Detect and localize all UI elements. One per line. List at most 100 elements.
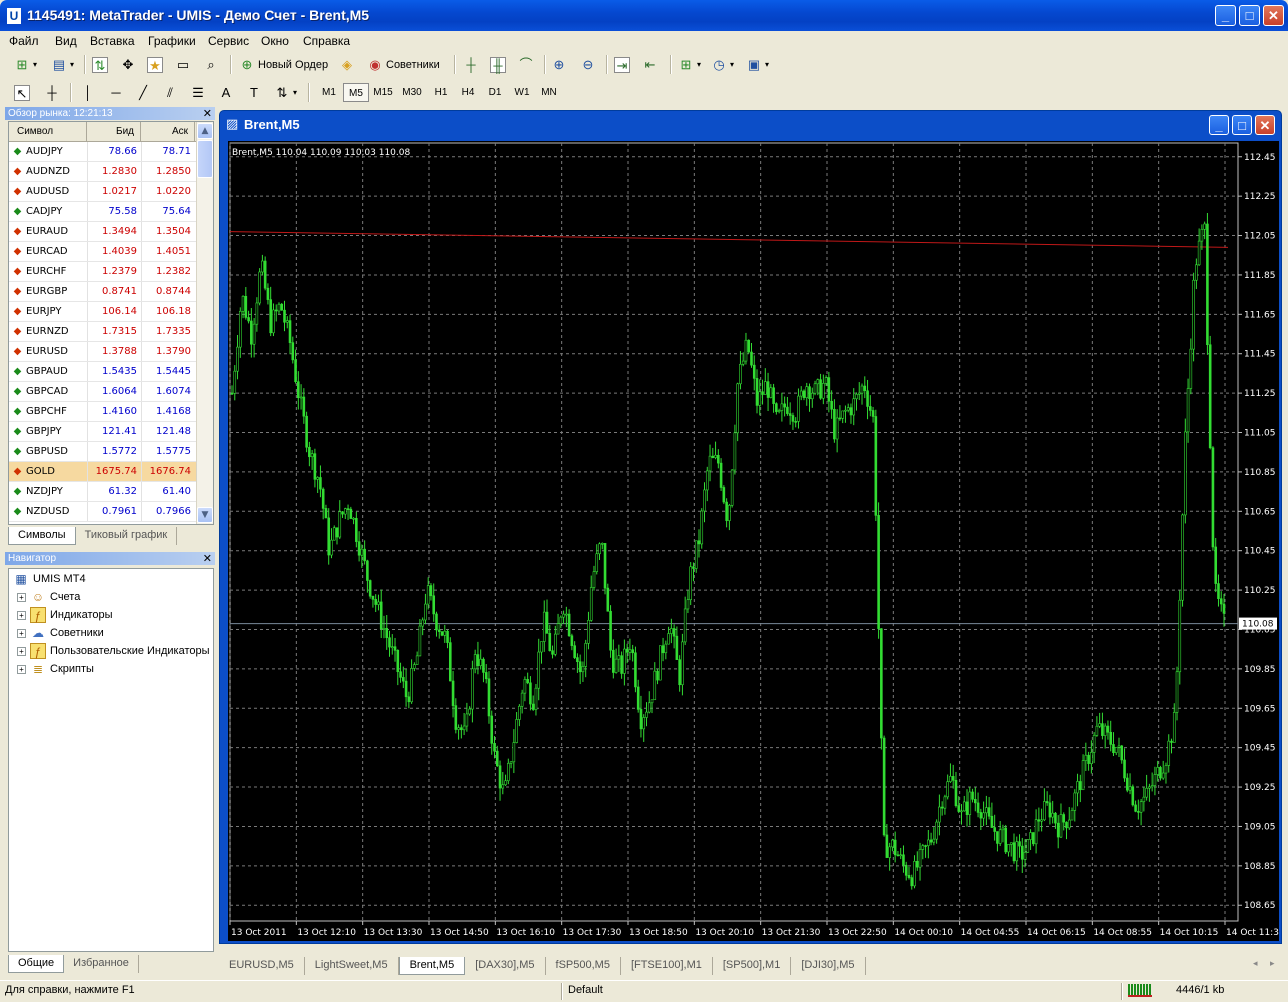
- new-chart-button[interactable]: ⊞ ▾: [14, 54, 37, 75]
- nav-item-accounts[interactable]: + ☺ Счета: [17, 589, 80, 605]
- chart-maximize-button[interactable]: □: [1232, 115, 1252, 135]
- autoscroll-button[interactable]: ⇥: [614, 54, 630, 75]
- text-label-button[interactable]: T: [246, 82, 262, 103]
- chart-tab[interactable]: LightSweet,M5: [305, 957, 399, 975]
- tab-scroll-left-icon[interactable]: ◂: [1253, 959, 1258, 969]
- zoom-in-button[interactable]: ⊕: [551, 54, 567, 75]
- scroll-thumb[interactable]: [197, 140, 213, 178]
- nav-root[interactable]: ▦ UMIS MT4: [13, 571, 85, 587]
- market-watch-row[interactable]: ◆ NZDJPY 61.32 61.40: [9, 482, 213, 502]
- market-watch-row[interactable]: ◆ EURNZD 1.7315 1.7335: [9, 322, 213, 342]
- market-watch-row[interactable]: ◆ EURJPY 106.14 106.18: [9, 302, 213, 322]
- market-watch-row[interactable]: ◆ AUDNZD 1.2830 1.2850: [9, 162, 213, 182]
- tab-tick-chart[interactable]: Тиковый график: [76, 527, 178, 545]
- market-watch-row[interactable]: ◆ AUDUSD 1.0217 1.0220: [9, 182, 213, 202]
- column-bid[interactable]: Бид: [87, 122, 141, 141]
- experts-button[interactable]: ◉ Советники: [367, 54, 439, 75]
- vertical-line-button[interactable]: │: [80, 82, 96, 103]
- timeframe-h4-button[interactable]: H4: [455, 83, 481, 102]
- candle-chart-button[interactable]: ╫: [490, 54, 506, 75]
- menu-file[interactable]: Файл: [9, 34, 39, 48]
- chart-tab[interactable]: [DJI30],M5: [791, 957, 866, 975]
- chart-shift-button[interactable]: ⇤: [642, 54, 658, 75]
- terminal-toggle[interactable]: ▭: [175, 54, 191, 75]
- title-bar[interactable]: U 1145491: MetaTrader - UMIS - Демо Счет…: [0, 0, 1288, 31]
- column-ask[interactable]: Аск: [141, 122, 195, 141]
- tab-favorites[interactable]: Избранное: [64, 955, 139, 973]
- market-watch-row[interactable]: ◆ GBPAUD 1.5435 1.5445: [9, 362, 213, 382]
- menu-window[interactable]: Окно: [261, 34, 289, 48]
- chart-tab[interactable]: EURUSD,M5: [219, 957, 305, 975]
- market-watch-row[interactable]: ◆ AUDJPY 78.66 78.71: [9, 142, 213, 162]
- tab-symbols[interactable]: Символы: [8, 527, 76, 545]
- tester-toggle[interactable]: ⌕: [203, 54, 219, 75]
- market-watch-row[interactable]: ◆ CADJPY 75.58 75.64: [9, 202, 213, 222]
- menu-tools[interactable]: Сервис: [208, 34, 249, 48]
- scroll-down-icon[interactable]: ▼: [197, 507, 213, 523]
- market-watch-row[interactable]: ◆ NZDUSD 0.7961 0.7966: [9, 502, 213, 522]
- zoom-out-button[interactable]: ⊖: [580, 54, 596, 75]
- expand-icon[interactable]: +: [17, 628, 26, 638]
- fibonacci-button[interactable]: ☰: [190, 82, 206, 103]
- timeframe-w1-button[interactable]: W1: [509, 83, 535, 102]
- expand-icon[interactable]: +: [17, 610, 26, 620]
- horizontal-line-button[interactable]: ─: [108, 82, 124, 103]
- periods-button[interactable]: ◷ ▾: [711, 54, 734, 75]
- market-watch-row[interactable]: ◆ EURCHF 1.2379 1.2382: [9, 262, 213, 282]
- nav-item-indicators[interactable]: + ƒ Индикаторы: [17, 607, 113, 623]
- indicators-button[interactable]: ⊞ ▾: [678, 54, 701, 75]
- crosshair-button[interactable]: ┼: [44, 82, 60, 103]
- nav-item-custom-indicators[interactable]: + ƒ Пользовательские Индикаторы: [17, 643, 210, 659]
- new-order-button[interactable]: ⊕ Новый Ордер: [239, 54, 329, 75]
- templates-button[interactable]: ▣ ▾: [746, 54, 769, 75]
- expand-icon[interactable]: +: [17, 646, 26, 656]
- cursor-button[interactable]: ↖: [14, 82, 30, 103]
- market-watch-row[interactable]: ◆ GBPCHF 1.4160 1.4168: [9, 402, 213, 422]
- chart-window[interactable]: ▨ Brent,M5 _ □ ✕ 112.45 112.25 112.05 111.8…: [219, 110, 1285, 944]
- column-symbol[interactable]: Символ: [9, 122, 87, 141]
- price-chart[interactable]: 112.45 112.25 112.05 111.85 111.65 111.45 111.…: [228, 141, 1285, 941]
- market-watch-scrollbar[interactable]: ▲ ▼: [196, 122, 213, 524]
- timeframe-mn-button[interactable]: MN: [536, 83, 562, 102]
- tab-scroll-right-icon[interactable]: ▸: [1270, 959, 1275, 969]
- nav-item-experts[interactable]: + ☁ Советники: [17, 625, 104, 641]
- profiles-button[interactable]: ▤ ▾: [51, 54, 74, 75]
- timeframe-h1-button[interactable]: H1: [428, 83, 454, 102]
- line-chart-button[interactable]: ⌒: [518, 54, 534, 75]
- chart-tab[interactable]: [SP500],M1: [713, 957, 792, 975]
- close-icon[interactable]: ✕: [203, 552, 212, 565]
- close-icon[interactable]: ✕: [203, 107, 212, 120]
- trendline-button[interactable]: ╱: [135, 82, 151, 103]
- expand-icon[interactable]: +: [17, 592, 26, 602]
- market-watch-row[interactable]: ◆ GOLD 1675.74 1676.74: [9, 462, 213, 482]
- market-watch-row[interactable]: ◆ GBPCAD 1.6064 1.6074: [9, 382, 213, 402]
- equidistant-channel-button[interactable]: ⫽: [162, 82, 178, 103]
- chart-close-button[interactable]: ✕: [1255, 115, 1275, 135]
- chart-tab[interactable]: fSP500,M5: [546, 957, 621, 975]
- tab-common[interactable]: Общие: [8, 955, 65, 973]
- navigator-toggle[interactable]: ★: [147, 54, 163, 75]
- menu-view[interactable]: Вид: [55, 34, 77, 48]
- market-watch-toggle[interactable]: ⇅: [92, 54, 108, 75]
- market-watch-row[interactable]: ◆ EURAUD 1.3494 1.3504: [9, 222, 213, 242]
- close-button[interactable]: ✕: [1263, 5, 1284, 26]
- chart-tab[interactable]: [DAX30],M5: [465, 957, 546, 975]
- nav-item-scripts[interactable]: + ≣ Скрипты: [17, 661, 94, 677]
- menu-insert[interactable]: Вставка: [90, 34, 135, 48]
- maximize-button[interactable]: □: [1239, 5, 1260, 26]
- expand-icon[interactable]: +: [17, 664, 26, 674]
- menu-help[interactable]: Справка: [303, 34, 350, 48]
- market-watch-row[interactable]: ◆ EURCAD 1.4039 1.4051: [9, 242, 213, 262]
- market-watch-row[interactable]: ◆ GBPJPY 121.41 121.48: [9, 422, 213, 442]
- scroll-up-icon[interactable]: ▲: [197, 123, 213, 139]
- candlestick-chart[interactable]: 112.45 112.25 112.05 111.85 111.65 111.45 111.…: [228, 141, 1285, 941]
- timeframe-m30-button[interactable]: M30: [399, 83, 425, 102]
- timeframe-m15-button[interactable]: M15: [370, 83, 396, 102]
- market-watch-row[interactable]: ◆ EURGBP 0.8741 0.8744: [9, 282, 213, 302]
- data-window-toggle[interactable]: ✥: [120, 54, 136, 75]
- timeframe-m5-button[interactable]: M5: [343, 83, 369, 102]
- arrows-button[interactable]: ⇅ ▾: [274, 82, 297, 103]
- chart-minimize-button[interactable]: _: [1209, 115, 1229, 135]
- market-watch-row[interactable]: ◆ GBPUSD 1.5772 1.5775: [9, 442, 213, 462]
- minimize-button[interactable]: _: [1215, 5, 1236, 26]
